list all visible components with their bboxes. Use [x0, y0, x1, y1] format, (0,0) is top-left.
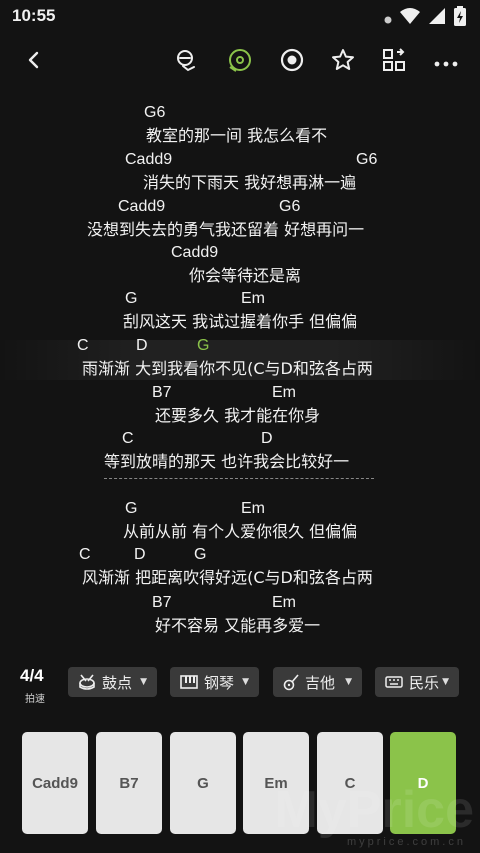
lyric-text: 刮风这天 我试过握着你手 但偏偏 [123, 312, 358, 331]
lyric-text: 没想到失去的勇气我还留着 好想再问一 [87, 220, 365, 239]
tempo-value[interactable]: 4/4 [20, 666, 44, 686]
chord-label[interactable]: Em [272, 594, 296, 612]
chord-label[interactable]: G6 [356, 151, 377, 169]
chord-key-g[interactable]: G [170, 732, 236, 834]
chord-key-cadd9[interactable]: Cadd9 [22, 732, 88, 834]
guitar-label: 吉他 [305, 673, 336, 692]
chord-label-active[interactable]: G [197, 337, 209, 355]
chord-label[interactable]: Em [272, 384, 296, 402]
caret-down-icon: ▼ [140, 677, 147, 687]
chord-label[interactable]: B7 [152, 594, 172, 612]
caret-down-icon: ▼ [242, 677, 249, 687]
piano-icon [180, 675, 198, 689]
chord-label[interactable]: D [261, 430, 273, 448]
chord-label[interactable]: Cadd9 [171, 244, 218, 262]
drums-dropdown[interactable]: 鼓点 ▼ [68, 667, 157, 697]
watermark-url: myprice.com.cn [346, 836, 466, 848]
lyric-text: 教室的那一间 我怎么看不 [146, 126, 328, 145]
section-divider [104, 478, 374, 479]
lyric-text: 你会等待还是离 [189, 266, 302, 285]
drums-label: 鼓点 [102, 673, 133, 692]
chord-label[interactable]: G6 [144, 104, 165, 122]
chord-label[interactable]: B7 [152, 384, 172, 402]
lyric-text: 等到放晴的那天 也许我会比较好一 [104, 452, 350, 471]
drum-icon [78, 674, 96, 690]
lyric-text: 风渐渐 把距离吹得好远(C与D和弦各占两 [82, 568, 373, 587]
piano-label: 钢琴 [204, 673, 235, 692]
lyric-text: 雨渐渐 大到我看你不见(C与D和弦各占两 [82, 359, 373, 378]
chord-label[interactable]: Em [241, 290, 265, 308]
lyric-text: 好不容易 又能再多爱一 [155, 616, 321, 635]
lyrics-sheet: G6 教室的那一间 我怎么看不 Cadd9 G6 消失的下雨天 我好想再淋一遍 … [0, 0, 480, 650]
guitar-icon [283, 673, 299, 691]
caret-down-icon: ▼ [345, 677, 352, 687]
chord-label[interactable]: C [122, 430, 134, 448]
chord-label[interactable]: G6 [279, 198, 300, 216]
chord-label[interactable]: C [79, 546, 91, 564]
lyric-text: 从前从前 有个人爱你很久 但偏偏 [123, 522, 358, 541]
caret-down-icon: ▼ [442, 677, 449, 687]
tempo-label: 拍速 [25, 694, 45, 705]
lyric-text: 还要多久 我才能在你身 [155, 406, 321, 425]
chord-label[interactable]: Cadd9 [125, 151, 172, 169]
piano-dropdown[interactable]: 钢琴 ▼ [170, 667, 259, 697]
chord-label[interactable]: D [136, 337, 148, 355]
chord-label[interactable]: G [194, 546, 206, 564]
watermark-logo: MyPrice [274, 781, 474, 839]
guitar-dropdown[interactable]: 吉他 ▼ [273, 667, 362, 697]
chord-label[interactable]: C [77, 337, 89, 355]
lyric-text: 消失的下雨天 我好想再淋一遍 [143, 173, 357, 192]
style-dropdown[interactable]: 民乐 ▼ [375, 667, 459, 697]
chord-label[interactable]: Em [241, 500, 265, 518]
chord-label[interactable]: G [125, 500, 137, 518]
chord-label[interactable]: G [125, 290, 137, 308]
chord-label[interactable]: D [134, 546, 146, 564]
playback-controls: 4/4 拍速 鼓点 ▼ 钢琴 ▼ 吉他 ▼ 民乐 ▼ [0, 662, 480, 706]
chord-key-b7[interactable]: B7 [96, 732, 162, 834]
style-label: 民乐 [409, 673, 440, 692]
keyboard-icon [385, 676, 403, 688]
chord-label[interactable]: Cadd9 [118, 198, 165, 216]
